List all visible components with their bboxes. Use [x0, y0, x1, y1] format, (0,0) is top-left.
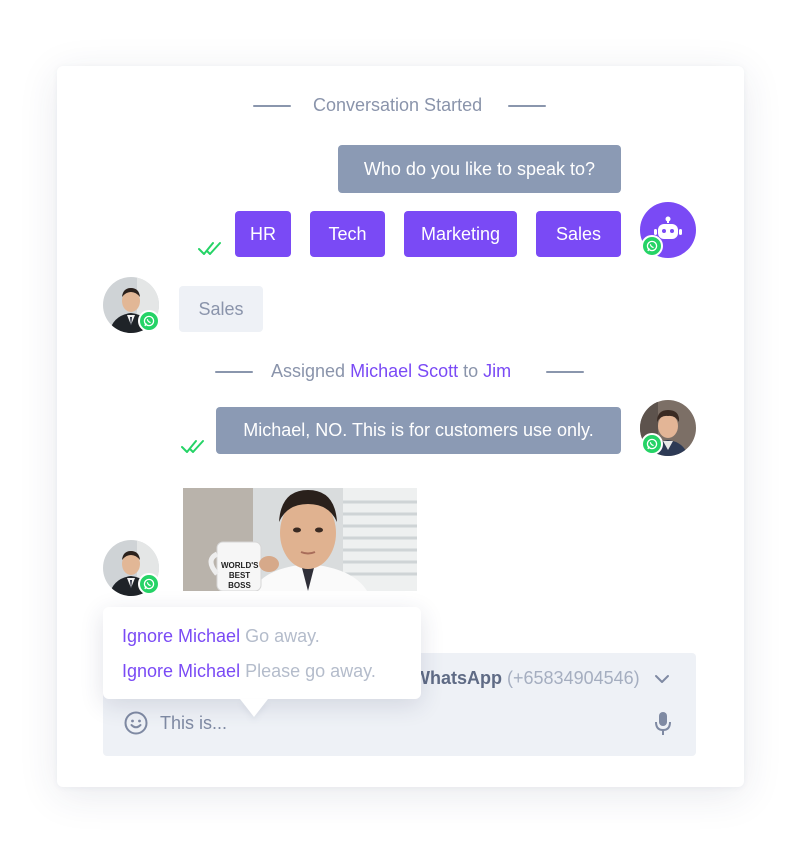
assignment-label: Assigned Michael Scott to Jim — [271, 361, 511, 382]
channel-name: WhatsApp — [413, 668, 502, 688]
divider-left — [215, 371, 253, 373]
customer-reply-bubble: Sales — [179, 286, 263, 332]
microphone-icon[interactable] — [654, 711, 672, 742]
assignment-target[interactable]: Jim — [483, 361, 511, 381]
option-chip-marketing[interactable]: Marketing — [404, 211, 517, 257]
chevron-down-icon[interactable] — [654, 672, 670, 690]
assignment-prefix: Assigned — [271, 361, 346, 381]
divider-right — [508, 105, 546, 107]
assignment-assignee[interactable]: Michael Scott — [350, 361, 458, 381]
conversation-started-label: Conversation Started — [313, 95, 483, 115]
whatsapp-icon — [138, 573, 160, 595]
assignment-connector: to — [463, 361, 479, 381]
suggestion-item[interactable]: Ignore Michael Go away. — [122, 626, 320, 647]
mug-text: WORLD'S BEST BOSS — [221, 561, 259, 590]
channel-selector[interactable]: WhatsApp (+65834904546) — [413, 668, 640, 689]
smiley-icon[interactable] — [124, 711, 148, 740]
whatsapp-icon — [138, 310, 160, 332]
divider-right — [546, 371, 584, 373]
option-chip-hr[interactable]: HR — [235, 211, 291, 257]
popup-pointer — [240, 699, 268, 717]
canned-response-popup: Ignore Michael Go away. Ignore Michael P… — [103, 607, 421, 699]
whatsapp-icon — [641, 433, 663, 455]
agent-message-bubble: Michael, NO. This is for customers use o… — [216, 407, 621, 454]
message-input[interactable]: This is... — [160, 713, 227, 734]
divider-left — [253, 105, 291, 107]
gif-image: WORLD'S BEST BOSS — [183, 488, 417, 591]
bot-question-bubble: Who do you like to speak to? — [338, 145, 621, 193]
channel-phone: (+65834904546) — [507, 668, 640, 688]
double-check-icon — [181, 438, 207, 459]
whatsapp-icon — [641, 235, 663, 257]
option-chip-tech[interactable]: Tech — [310, 211, 385, 257]
double-check-icon — [198, 240, 224, 261]
option-chip-sales[interactable]: Sales — [536, 211, 621, 257]
suggestion-item[interactable]: Ignore Michael Please go away. — [122, 661, 376, 682]
